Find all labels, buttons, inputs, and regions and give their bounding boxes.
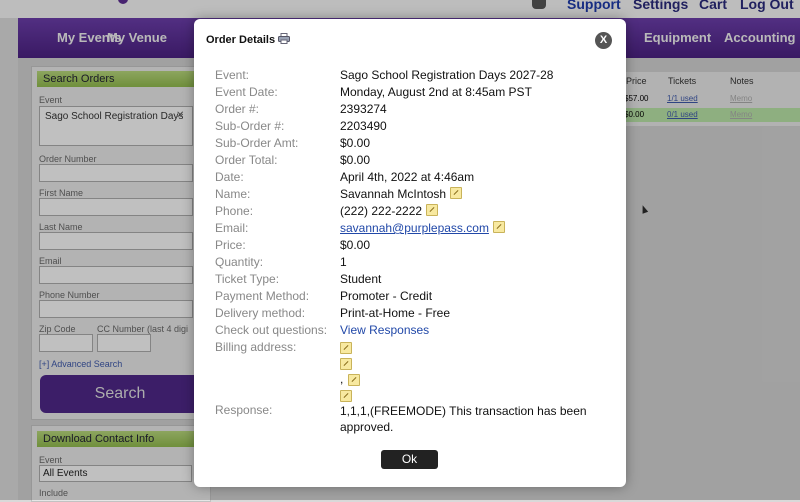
- edit-phone-icon[interactable]: [426, 204, 439, 216]
- phone-field-label: Phone:: [215, 204, 254, 218]
- billing-address-field-label: Billing address:: [215, 340, 297, 354]
- billing-comma: ,: [340, 372, 344, 386]
- close-button[interactable]: X: [595, 32, 612, 49]
- order-details-modal: Order Details X Event: Event Date: Order…: [194, 19, 626, 487]
- order-total-field-label: Order Total:: [215, 153, 278, 167]
- order-total-value: $0.00: [340, 153, 371, 167]
- sub-order-number-field-label: Sub-Order #:: [215, 119, 285, 133]
- name-value-row: Savannah McIntosh: [340, 187, 463, 201]
- response-field-label: Response:: [215, 403, 273, 417]
- email-field-label: Email:: [215, 221, 249, 235]
- email-link[interactable]: savannah@purplepass.com: [340, 221, 489, 235]
- sub-order-amt-value: $0.00: [340, 136, 371, 150]
- sub-order-amt-field-label: Sub-Order Amt:: [215, 136, 299, 150]
- response-value: 1,1,1,(FREEMODE) This transaction has be…: [340, 404, 587, 434]
- date-value: April 4th, 2022 at 4:46am: [340, 170, 475, 184]
- view-responses-link[interactable]: View Responses: [340, 323, 429, 337]
- order-number-value: 2393274: [340, 102, 387, 116]
- quantity-value: 1: [340, 255, 347, 269]
- edit-billing-city-icon[interactable]: [348, 374, 360, 386]
- event-date-value: Monday, August 2nd at 8:45am PST: [340, 85, 532, 99]
- ok-button[interactable]: Ok: [381, 450, 438, 469]
- edit-email-icon[interactable]: [492, 221, 505, 233]
- edit-billing-zip-icon[interactable]: [340, 390, 352, 402]
- sub-order-number-value: 2203490: [340, 119, 387, 133]
- name-field-label: Name:: [215, 187, 251, 201]
- price-field-label: Price:: [215, 238, 246, 252]
- payment-method-field-label: Payment Method:: [215, 289, 310, 303]
- date-field-label: Date:: [215, 170, 244, 184]
- event-field-label: Event:: [215, 68, 250, 82]
- edit-billing-line2-icon[interactable]: [340, 358, 352, 370]
- printer-icon[interactable]: [278, 33, 290, 44]
- payment-method-value: Promoter - Credit: [340, 289, 433, 303]
- email-value-row: savannah@purplepass.com: [340, 221, 505, 235]
- edit-billing-line1-icon[interactable]: [340, 342, 352, 354]
- name-value: Savannah McIntosh: [340, 187, 447, 201]
- quantity-field-label: Quantity:: [215, 255, 264, 269]
- event-value: Sago School Registration Days 2027-28: [340, 68, 554, 82]
- order-number-field-label: Order #:: [215, 102, 260, 116]
- phone-value-row: (222) 222-2222: [340, 204, 439, 218]
- delivery-method-field-label: Delivery method:: [215, 306, 306, 320]
- edit-name-icon[interactable]: [450, 187, 463, 199]
- ticket-type-field-label: Ticket Type:: [215, 272, 280, 286]
- ticket-type-value: Student: [340, 272, 382, 286]
- phone-value: (222) 222-2222: [340, 204, 423, 218]
- delivery-method-value: Print-at-Home - Free: [340, 306, 451, 320]
- modal-title: Order Details: [206, 34, 276, 46]
- price-value: $0.00: [340, 238, 371, 252]
- event-date-field-label: Event Date:: [215, 85, 278, 99]
- checkout-questions-field-label: Check out questions:: [215, 323, 328, 337]
